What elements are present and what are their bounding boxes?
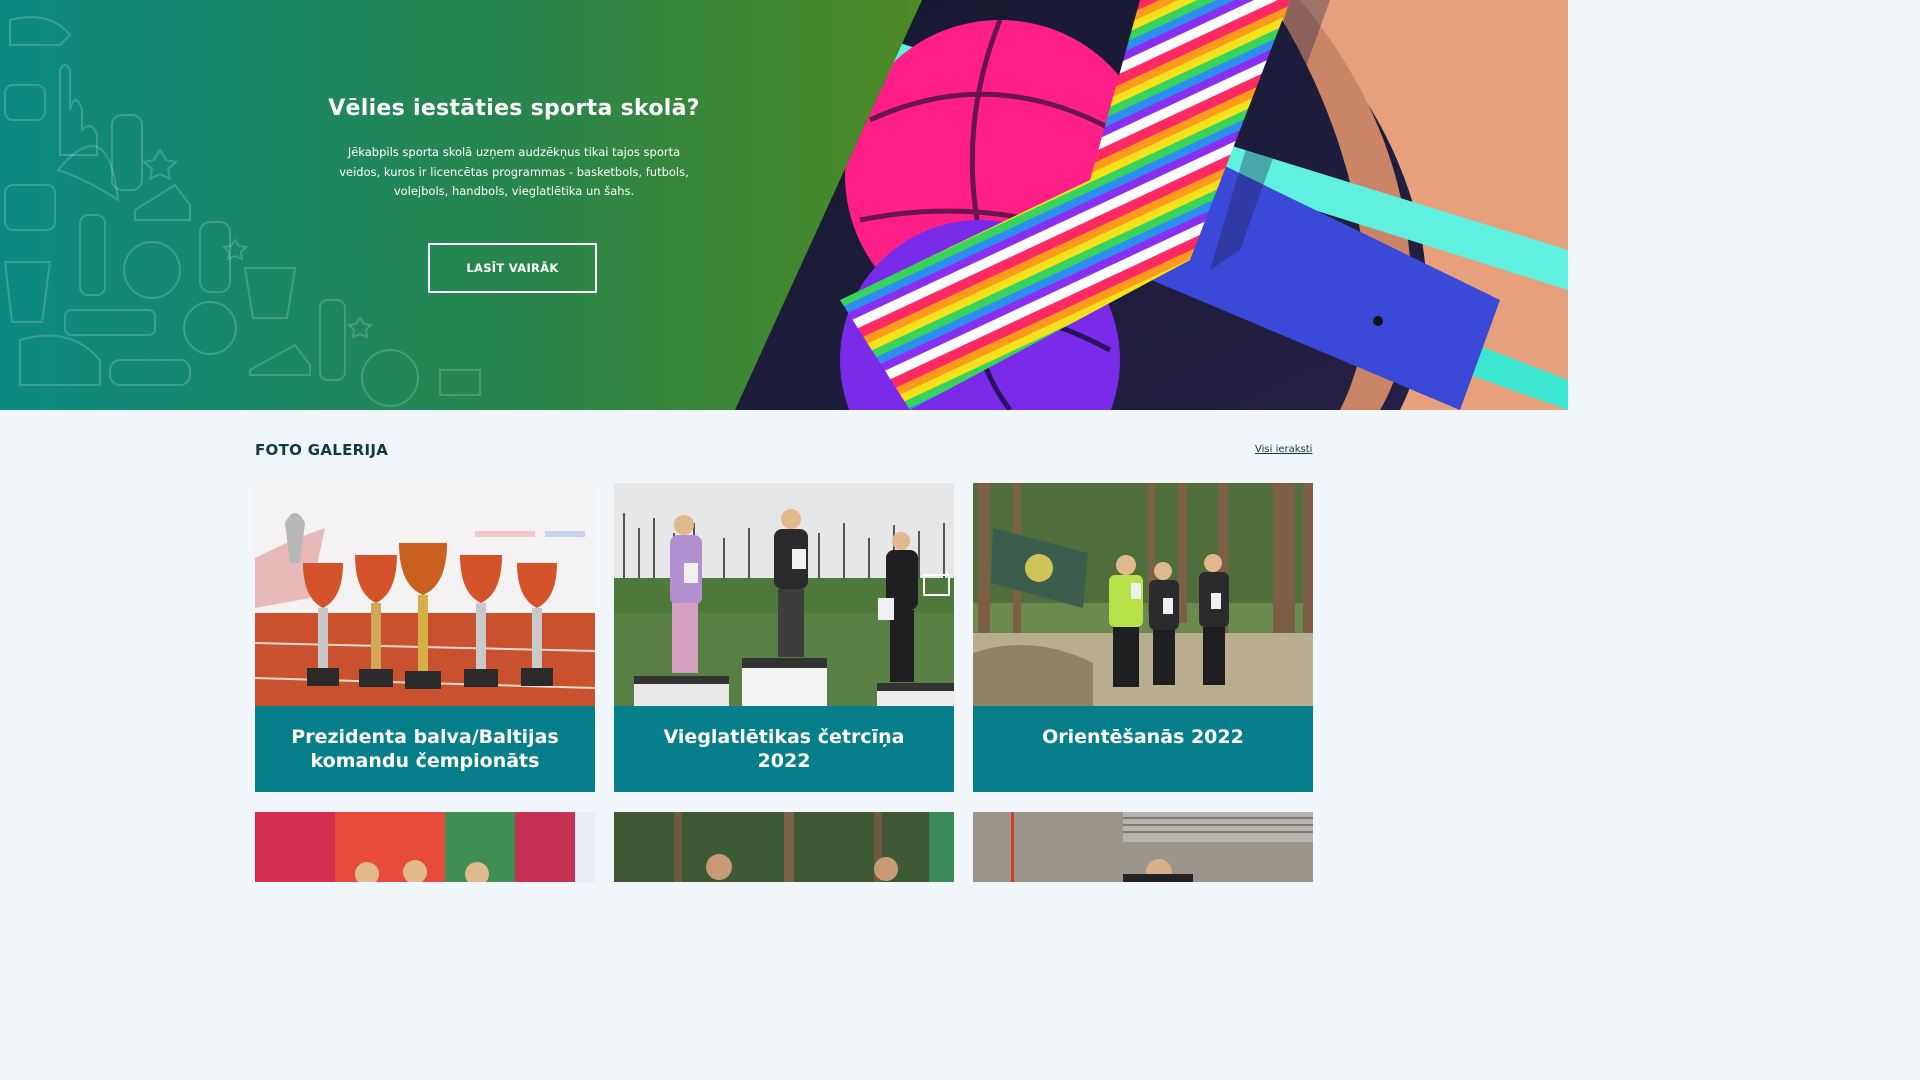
read-more-button[interactable]: LASĪT VAIRĀK <box>428 243 597 293</box>
all-entries-link[interactable]: Visi ieraksti <box>1255 444 1312 455</box>
hero-content: Vēlies iestāties sporta skolā? Jēkabpils… <box>294 96 734 202</box>
gallery-card[interactable]: Prezidenta balva/Baltijas komandu čempio… <box>255 483 595 792</box>
gallery-card[interactable] <box>614 812 954 882</box>
hero-description: Jēkabpils sporta skolā uzņem audzēkņus t… <box>339 145 689 198</box>
hero-photo <box>735 0 1568 410</box>
gallery-card-image <box>255 812 595 882</box>
gallery-card-title: Orientēšanās 2022 <box>1042 726 1244 748</box>
gallery-card-image <box>255 483 595 706</box>
gallery-card-image <box>614 812 954 882</box>
hero-title: Vēlies iestāties sporta skolā? <box>328 96 700 121</box>
gallery-card-caption: Orientēšanās 2022 <box>973 706 1313 792</box>
gallery-card-image <box>973 812 1313 882</box>
gallery-card[interactable]: Orientēšanās 2022 <box>973 483 1313 792</box>
gallery-card-title: Prezidenta balva/Baltijas komandu čempio… <box>291 726 559 772</box>
gallery-card-image <box>614 483 954 706</box>
gallery-card[interactable]: Vieglatlētikas četrcīņa 2022 <box>614 483 954 792</box>
hero-banner: Vēlies iestāties sporta skolā? Jēkabpils… <box>0 0 1568 410</box>
gallery-card-caption: Vieglatlētikas četrcīņa 2022 <box>614 706 954 792</box>
gallery-card-caption: Prezidenta balva/Baltijas komandu čempio… <box>255 706 595 792</box>
gallery-card-title: Vieglatlētikas četrcīņa 2022 <box>663 726 905 772</box>
gallery-card[interactable] <box>255 812 595 882</box>
gallery-section-title: FOTO GALERIJA <box>255 441 389 459</box>
gallery-card-image <box>973 483 1313 706</box>
gallery-card[interactable] <box>973 812 1313 882</box>
